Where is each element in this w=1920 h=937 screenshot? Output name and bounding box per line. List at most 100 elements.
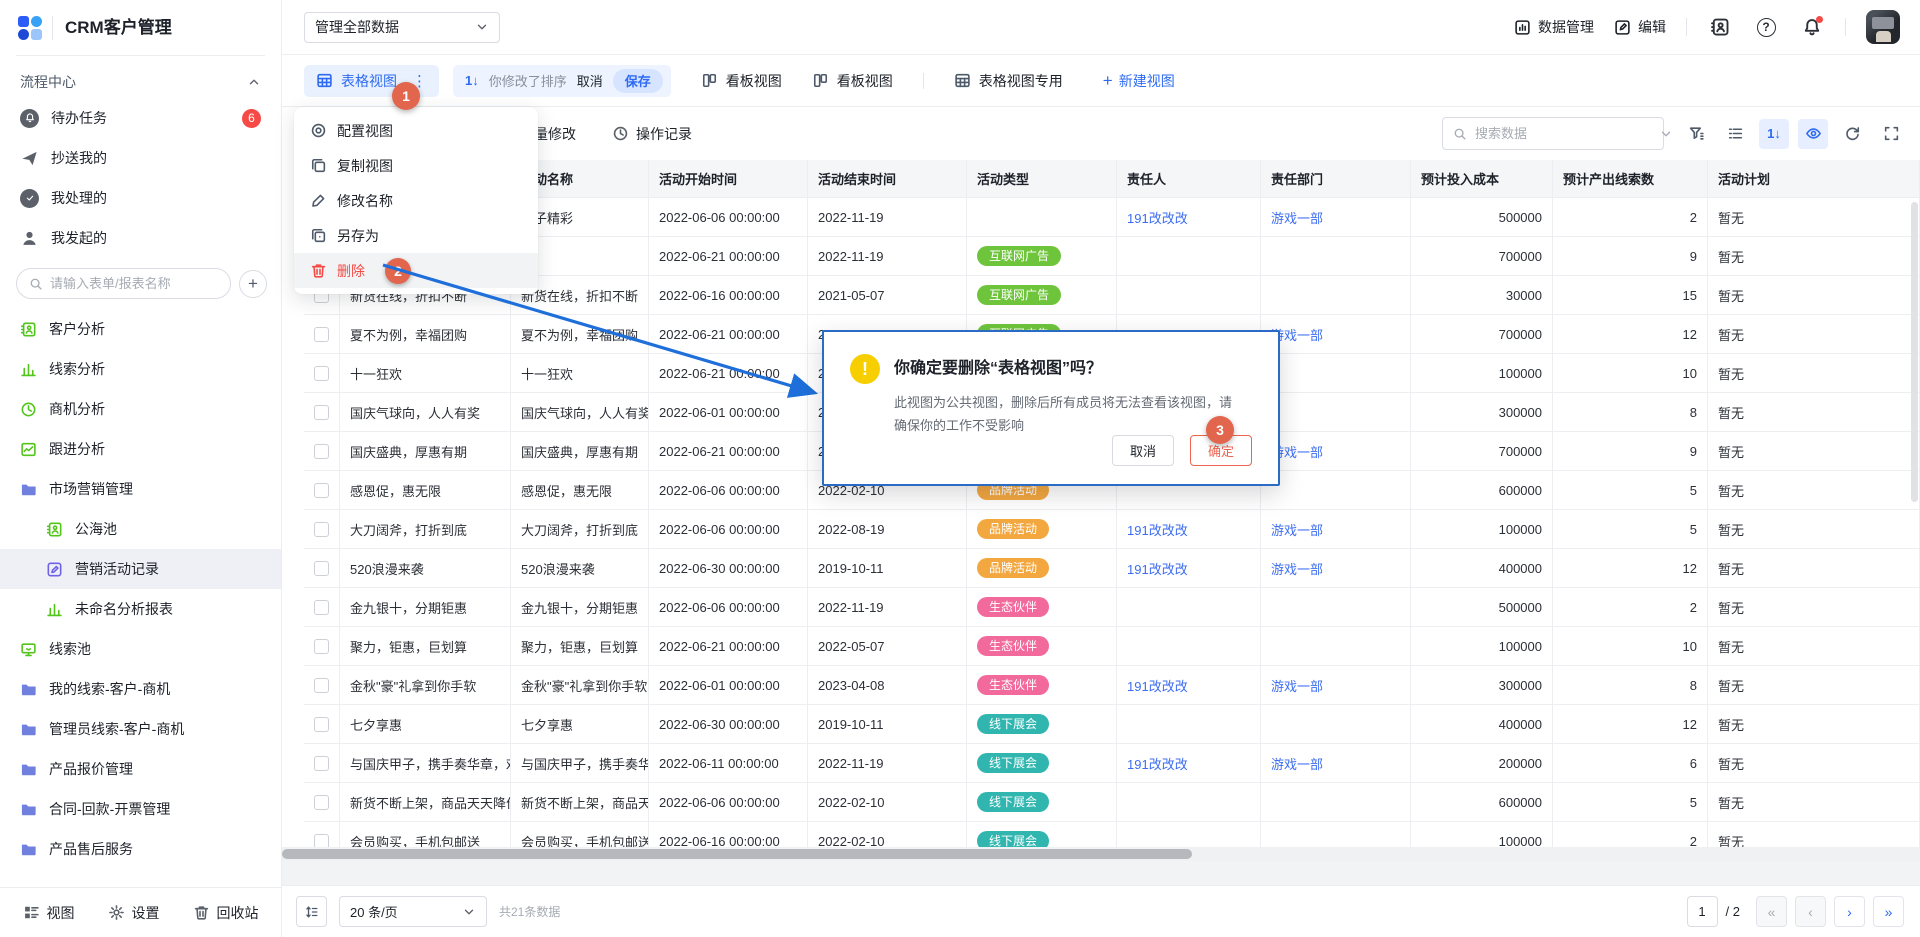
data-scope-select[interactable]: 管理全部数据 bbox=[304, 12, 500, 43]
sidebar-nav-6[interactable]: 营销活动记录 bbox=[0, 549, 281, 589]
sidebar-nav-4[interactable]: 市场营销管理 bbox=[0, 469, 281, 509]
sidebar-nav-label: 客户分析 bbox=[49, 319, 261, 339]
table-search-box[interactable] bbox=[1442, 117, 1664, 150]
sidebar-nav-7[interactable]: 未命名分析报表 bbox=[0, 589, 281, 629]
sidebar-item-1[interactable]: 抄送我的 bbox=[0, 138, 281, 178]
row-checkbox[interactable] bbox=[314, 795, 329, 810]
department-link[interactable]: 游戏一部 bbox=[1271, 208, 1323, 227]
menu-item-删除[interactable]: 删除2 bbox=[294, 253, 538, 288]
sidebar-search-input[interactable] bbox=[50, 276, 218, 291]
department-link[interactable]: 游戏一部 bbox=[1271, 520, 1323, 539]
prev-page-button[interactable]: ‹ bbox=[1795, 896, 1826, 927]
sidebar-nav-1[interactable]: 线索分析 bbox=[0, 349, 281, 389]
next-page-button[interactable]: › bbox=[1834, 896, 1865, 927]
row-checkbox[interactable] bbox=[314, 522, 329, 537]
field-config-button[interactable] bbox=[1720, 119, 1750, 149]
sidebar-nav-9[interactable]: 我的线索-客户-商机 bbox=[0, 669, 281, 709]
owner-link[interactable]: 191改改改 bbox=[1127, 520, 1188, 539]
first-page-button[interactable]: « bbox=[1756, 896, 1787, 927]
sidebar-nav-12[interactable]: 合同-回款-开票管理 bbox=[0, 789, 281, 829]
owner-link[interactable]: 191改改改 bbox=[1127, 754, 1188, 773]
cell-owner: 191改改改 bbox=[1117, 666, 1261, 704]
tab-2[interactable]: 表格视图专用 bbox=[954, 71, 1063, 91]
app-title: CRM客户管理 bbox=[52, 16, 172, 40]
cell-owner bbox=[1117, 276, 1261, 314]
tab-1[interactable]: 看板视图 bbox=[812, 71, 893, 91]
sidebar-nav-2[interactable]: 商机分析 bbox=[0, 389, 281, 429]
vertical-scrollbar[interactable] bbox=[1911, 202, 1918, 502]
cell-name-2: 聚力，钜惠，巨划算 bbox=[511, 627, 649, 665]
sidebar-nav-10[interactable]: 管理员线索-客户-商机 bbox=[0, 709, 281, 749]
sidebar-nav-0[interactable]: 客户分析 bbox=[0, 309, 281, 349]
total-pages-text: / 2 bbox=[1726, 904, 1740, 919]
department-link[interactable]: 游戏一部 bbox=[1271, 559, 1323, 578]
sidebar-nav-11[interactable]: 产品报价管理 bbox=[0, 749, 281, 789]
row-checkbox[interactable] bbox=[314, 366, 329, 381]
user-avatar[interactable] bbox=[1866, 10, 1900, 44]
cell-checkbox bbox=[304, 471, 340, 509]
help-button[interactable]: ? bbox=[1753, 14, 1779, 40]
refresh-button[interactable] bbox=[1837, 119, 1867, 149]
menu-item-另存为[interactable]: 另存为 bbox=[294, 218, 538, 253]
sidebar-section-process[interactable]: 流程中心 bbox=[0, 56, 281, 98]
gear-icon bbox=[108, 904, 125, 921]
sidebar-nav-13[interactable]: 产品售后服务 bbox=[0, 829, 281, 869]
sort-save-button[interactable]: 保存 bbox=[613, 69, 663, 93]
row-checkbox[interactable] bbox=[314, 678, 329, 693]
menu-item-修改名称[interactable]: 修改名称 bbox=[294, 183, 538, 218]
edit-button[interactable]: 编辑 bbox=[1614, 17, 1666, 37]
filter-button[interactable] bbox=[1681, 119, 1711, 149]
chevron-down-icon bbox=[1659, 127, 1673, 141]
sidebar-footer-1[interactable]: 设置 bbox=[108, 903, 160, 923]
menu-item-复制视图[interactable]: 复制视图 bbox=[294, 148, 538, 183]
sidebar-nav-3[interactable]: 跟进分析 bbox=[0, 429, 281, 469]
sort-cancel-button[interactable]: 取消 bbox=[577, 71, 603, 90]
menu-item-label: 删除 bbox=[337, 261, 365, 281]
new-view-button[interactable]: + 新建视图 bbox=[1103, 71, 1175, 91]
notifications-button[interactable] bbox=[1799, 14, 1825, 40]
page-size-select[interactable]: 20 条/页 bbox=[339, 896, 487, 927]
row-checkbox[interactable] bbox=[314, 600, 329, 615]
cell-name: 国庆气球向，人人有奖 bbox=[340, 393, 511, 431]
cell-plan: 暂无 bbox=[1708, 744, 1920, 782]
sidebar-footer-2[interactable]: 回收站 bbox=[193, 903, 259, 923]
sidebar-nav-5[interactable]: 公海池 bbox=[0, 509, 281, 549]
operation-log-button[interactable]: 操作记录 bbox=[612, 124, 692, 144]
dialog-cancel-button[interactable]: 取消 bbox=[1112, 435, 1174, 466]
row-checkbox[interactable] bbox=[314, 405, 329, 420]
table-search-input[interactable] bbox=[1475, 126, 1651, 141]
row-checkbox[interactable] bbox=[314, 444, 329, 459]
sidebar-nav-8[interactable]: 线索池 bbox=[0, 629, 281, 669]
menu-item-配置视图[interactable]: 配置视图 bbox=[294, 113, 538, 148]
trend-icon bbox=[20, 441, 37, 458]
department-link[interactable]: 游戏一部 bbox=[1271, 676, 1323, 695]
owner-link[interactable]: 191改改改 bbox=[1127, 676, 1188, 695]
row-checkbox[interactable] bbox=[314, 561, 329, 576]
visibility-button[interactable] bbox=[1798, 119, 1828, 149]
row-checkbox[interactable] bbox=[314, 756, 329, 771]
owner-link[interactable]: 191改改改 bbox=[1127, 208, 1188, 227]
row-checkbox[interactable] bbox=[314, 327, 329, 342]
last-page-button[interactable]: » bbox=[1873, 896, 1904, 927]
owner-link[interactable]: 191改改改 bbox=[1127, 559, 1188, 578]
sidebar-item-2[interactable]: 我处理的 bbox=[0, 178, 281, 218]
add-form-button[interactable]: + bbox=[239, 270, 267, 298]
cell-start-time: 2022-06-16 00:00:00 bbox=[649, 276, 808, 314]
sidebar-item-3[interactable]: 我发起的 bbox=[0, 218, 281, 258]
horizontal-scrollbar[interactable] bbox=[282, 849, 1192, 859]
row-checkbox[interactable] bbox=[314, 717, 329, 732]
fullscreen-button[interactable] bbox=[1876, 119, 1906, 149]
row-height-button[interactable] bbox=[296, 896, 327, 927]
department-link[interactable]: 游戏一部 bbox=[1271, 754, 1323, 773]
footer-label: 回收站 bbox=[217, 903, 259, 923]
sidebar-search-box[interactable] bbox=[16, 268, 231, 299]
sort-button[interactable]: 1↓ bbox=[1759, 119, 1789, 149]
page-number-input[interactable]: 1 bbox=[1687, 896, 1718, 927]
tab-0[interactable]: 看板视图 bbox=[701, 71, 782, 91]
sidebar-item-0[interactable]: 待办任务6 bbox=[0, 98, 281, 138]
row-checkbox[interactable] bbox=[314, 639, 329, 654]
data-manage-button[interactable]: 数据管理 bbox=[1514, 17, 1594, 37]
sidebar-footer-0[interactable]: 视图 bbox=[23, 903, 75, 923]
row-checkbox[interactable] bbox=[314, 483, 329, 498]
contacts-book-button[interactable] bbox=[1707, 14, 1733, 40]
